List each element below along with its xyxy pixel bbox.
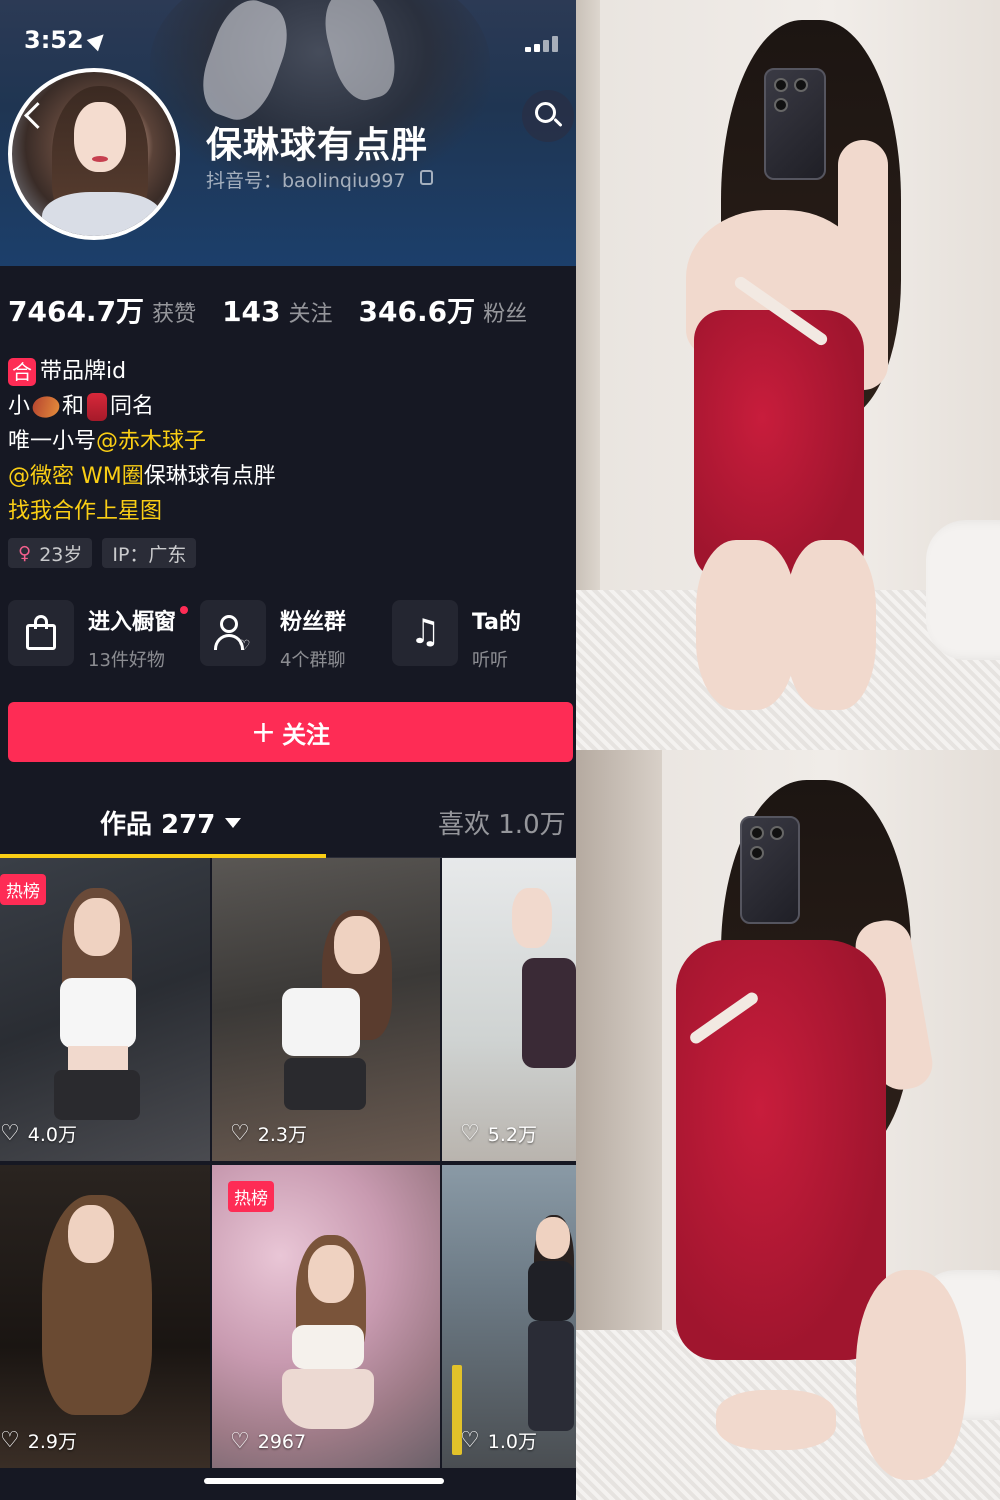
video-thumbnail[interactable]: 热榜 ♡ 4.0万 — [0, 858, 210, 1161]
video-thumbnail[interactable]: ♡ 2.3万 — [212, 858, 440, 1161]
follow-button[interactable]: + 关注 — [8, 702, 573, 762]
video-likes: ♡ 5.2万 — [460, 1121, 537, 1146]
video-thumbnail[interactable]: ♡ 5.2万 — [442, 858, 576, 1161]
photo-bottom — [576, 750, 1000, 1500]
heart-icon: ♡ — [230, 1429, 250, 1454]
video-thumbnail[interactable]: ♡ 2.9万 — [0, 1165, 210, 1468]
shopping-bag-icon — [8, 600, 74, 666]
entry-fan-group[interactable]: ♡ 粉丝群 4个群聊 — [200, 600, 392, 672]
nickname: 保琳球有点胖 — [206, 125, 429, 166]
stat-likes: 7464.7万 获赞 — [8, 295, 197, 328]
back-icon[interactable] — [18, 98, 52, 136]
video-likes: ♡ 4.0万 — [0, 1121, 77, 1146]
video-thumbnail[interactable]: 热榜 ♡ 2967 — [212, 1165, 440, 1468]
content-tabs: 作品 277 喜欢 1.0万 — [0, 796, 576, 858]
stat-following[interactable]: 143 关注 — [222, 295, 332, 328]
caret-down-icon — [225, 817, 242, 828]
age-tag: ♀ 23岁 — [8, 538, 93, 568]
phone-in-photo — [740, 816, 800, 924]
heart-icon: ♡ — [460, 1428, 480, 1453]
wm-circle-link[interactable]: @微密 WM圈 — [8, 459, 144, 494]
fan-group-icon: ♡ — [200, 600, 266, 666]
female-icon: ♀ — [18, 542, 32, 564]
music-note-icon: ♫ — [392, 600, 458, 666]
profile-stats: 7464.7万 获赞 143 关注 346.6万 粉丝 — [8, 290, 553, 330]
video-likes: ♡ 2.3万 — [230, 1121, 307, 1146]
profile-screen: 3:52 保琳球有点胖 抖音号：baolinqiu997 7464.7万 获赞 — [0, 0, 576, 1500]
heart-icon: ♡ — [0, 1428, 20, 1453]
scarf-emoji-icon — [87, 392, 108, 421]
tab-works[interactable]: 作品 277 — [100, 804, 242, 841]
location-arrow-icon — [86, 28, 110, 52]
sweet-potato-emoji-icon — [29, 390, 63, 423]
entry-showcase[interactable]: 进入橱窗 13件好物 — [8, 600, 200, 672]
phone-in-photo — [764, 68, 826, 180]
avatar[interactable] — [8, 68, 180, 240]
xingtu-link[interactable]: 找我合作上星图 — [8, 494, 162, 529]
home-indicator[interactable] — [204, 1478, 444, 1484]
video-likes: ♡ 2.9万 — [0, 1428, 77, 1453]
search-button[interactable] — [522, 90, 574, 142]
status-time: 3:52 — [24, 26, 84, 54]
hot-badge: 热榜 — [0, 874, 46, 905]
ip-tag: IP：广东 — [102, 538, 197, 568]
profile-header: 3:52 保琳球有点胖 抖音号：baolinqiu997 — [0, 0, 576, 266]
brand-badge-icon: 合 — [8, 357, 36, 386]
heart-icon: ♡ — [230, 1121, 250, 1146]
copy-icon[interactable] — [420, 170, 433, 185]
video-thumbnail[interactable]: ♡ 1.0万 — [442, 1165, 576, 1468]
bio: 合 带品牌id 小 和 同名 唯一小号 @赤木球子 @微密 WM圈 保琳球有点胖… — [8, 354, 276, 529]
signal-icon — [525, 36, 561, 52]
entry-music[interactable]: ♫ Ta的 听听 — [392, 600, 576, 672]
notification-dot — [180, 606, 189, 614]
profile-tags: ♀ 23岁 IP：广东 — [8, 538, 206, 568]
alt-account-link[interactable]: @赤木球子 — [96, 424, 206, 459]
profile-entries: 进入橱窗 13件好物 ♡ 粉丝群 4个群聊 ♫ Ta的 听听 — [8, 600, 576, 672]
hot-badge: 热榜 — [228, 1181, 274, 1212]
video-likes: ♡ 2967 — [230, 1429, 307, 1454]
tab-likes[interactable]: 喜欢 1.0万 — [438, 804, 566, 841]
plus-icon: + — [250, 714, 277, 750]
photo-top — [576, 0, 1000, 750]
video-likes: ♡ 1.0万 — [460, 1428, 537, 1453]
stat-followers[interactable]: 346.6万 粉丝 — [359, 290, 528, 330]
heart-icon: ♡ — [0, 1121, 20, 1146]
heart-icon: ♡ — [460, 1121, 480, 1146]
douyin-id: 抖音号：baolinqiu997 — [206, 170, 406, 192]
